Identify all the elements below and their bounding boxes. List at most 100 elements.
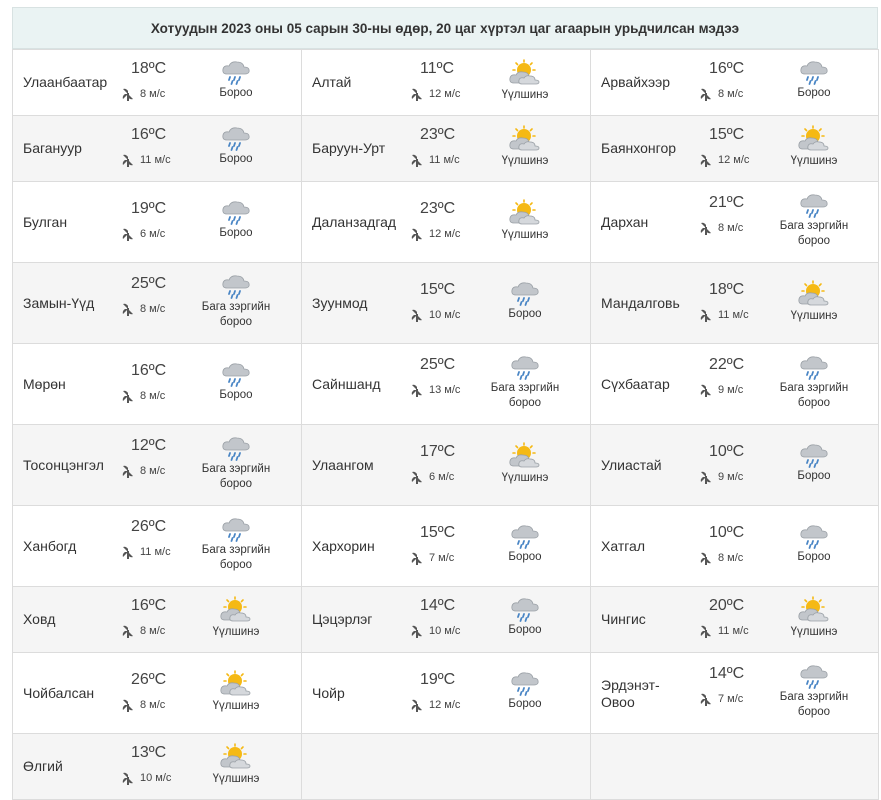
weather-description: Бороо [508, 624, 542, 636]
wind-speed: 8 м/с [121, 87, 165, 101]
wind-speed-value: 11 м/с [429, 154, 460, 166]
wind-speed-value: 12 м/с [718, 154, 750, 166]
temperature: 19ºС [420, 670, 456, 688]
wind-speed: 10 м/с [410, 624, 460, 638]
rain-cloud-icon [764, 354, 864, 380]
city-forecast-cell: Хархорин 15ºС 7 м/с Бороо [301, 505, 591, 587]
city-name: Ховд [23, 611, 56, 627]
table-row: Тосонцэнгэл 12ºС 8 м/с Бага зэргийн бороо Ул… [12, 424, 879, 506]
city-name: Баянхонгор [601, 140, 677, 156]
wind-speed: 7 м/с [699, 692, 743, 706]
table-row: Булган 19ºС 6 м/с Бороо Даланзадгад 23ºС 12 м/… [12, 181, 879, 263]
sun-cloud-icon [186, 743, 286, 771]
sun-cloud-icon [186, 669, 286, 698]
weather-condition: Бага зэргийн бороо [764, 192, 864, 249]
wind-speed-value: 8 м/с [140, 88, 166, 100]
wind-speed-value: 8 м/с [140, 698, 166, 711]
weather-description: Үүлшинэ [501, 89, 549, 101]
temperature: 23ºС [420, 126, 456, 143]
city-name: Эрдэнэт-Овоо [601, 676, 660, 710]
wind-icon [700, 88, 711, 101]
weather-description: Үүлшинэ [790, 626, 838, 638]
temperature: 19ºС [131, 199, 167, 217]
wind-speed: 11 м/с [121, 545, 171, 559]
city-forecast-cell: Баруун-Урт 23ºС 11 м/с Үүлшинэ [301, 115, 591, 182]
rain-cloud-icon [186, 273, 286, 299]
table-row: Чойбалсан 26ºС 8 м/с Үүлшинэ Чойр 19ºС 12 м/с Б… [12, 652, 879, 734]
wind-speed-value: 11 м/с [718, 308, 749, 321]
city-name: Мөрөн [23, 375, 66, 392]
city-forecast-cell: Улаанбаатар 18ºС 8 м/с Бороо [12, 49, 302, 116]
rain-cloud-icon [764, 523, 864, 549]
city-forecast-cell: Хатгал 10ºС 8 м/с Бороо [590, 505, 879, 587]
temperature: 14ºС [709, 665, 745, 682]
weather-description: Бороо [508, 697, 542, 710]
city-forecast-cell: Чойр 19ºС 12 м/с Бороо [301, 652, 591, 734]
wind-icon [122, 465, 133, 478]
weather-description: Бага зэргийн бороо [201, 463, 271, 490]
city-name: Даланзадгад [312, 213, 397, 230]
sun-cloud-icon [764, 125, 864, 153]
weather-description: Бага зэргийн бороо [779, 220, 849, 247]
table-row: Замын-Үүд 25ºС 8 м/с Бага зэргийн бороо Зуун… [12, 262, 879, 344]
weather-description: Бороо [797, 550, 831, 563]
weather-condition: Бага зэргийн бороо [764, 663, 864, 720]
wind-speed-value: 11 м/с [718, 625, 749, 637]
temperature: 12ºС [131, 437, 167, 454]
wind-speed: 11 м/с [121, 153, 171, 167]
wind-icon [122, 228, 133, 241]
weather-description: Бага зэргийн бороо [779, 691, 849, 718]
weather-description: Бороо [797, 87, 831, 99]
wind-speed: 8 м/с [699, 221, 743, 235]
wind-icon [700, 471, 711, 484]
weather-condition: Бороо [186, 59, 286, 101]
wind-icon [700, 384, 711, 397]
wind-icon [411, 154, 422, 167]
sun-cloud-icon [475, 59, 575, 87]
empty-cell [590, 733, 879, 800]
city-forecast-cell: Замын-Үүд 25ºС 8 м/с Бага зэргийн бороо [12, 262, 302, 344]
weather-condition: Үүлшинэ [475, 125, 575, 169]
wind-speed: 13 м/с [410, 383, 460, 397]
wind-speed-value: 13 м/с [429, 384, 461, 396]
temperature: 25ºС [420, 356, 456, 373]
rain-cloud-icon [186, 435, 286, 461]
wind-icon [122, 699, 133, 712]
city-name: Чойбалсан [23, 684, 95, 701]
city-forecast-cell: Улаангом 17ºС 6 м/с Үүлшинэ [301, 424, 591, 506]
weather-description: Бороо [508, 307, 542, 320]
city-forecast-cell: Сайншанд 25ºС 13 м/с Бага зэргийн бороо [301, 343, 591, 425]
forecast-panel: Хотуудын 2023 оны 05 сарын 30-ны өдөр, 2… [12, 7, 879, 800]
rain-cloud-icon [186, 125, 286, 151]
city-name: Дархан [601, 213, 649, 230]
city-name: Арвайхээр [601, 74, 671, 90]
wind-speed-value: 10 м/с [429, 308, 461, 321]
wind-speed-value: 8 м/с [140, 625, 166, 637]
wind-icon [700, 552, 711, 565]
city-forecast-cell: Улиастай 10ºС 9 м/с Бороо [590, 424, 879, 506]
wind-speed: 8 м/с [121, 302, 165, 316]
wind-icon [122, 625, 133, 638]
weather-condition: Бороо [475, 523, 575, 565]
rain-cloud-icon [186, 59, 286, 85]
city-forecast-cell: Өлгий 13ºС 10 м/с Үүлшинэ [12, 733, 302, 800]
weather-description: Үүлшинэ [212, 773, 260, 785]
weather-condition: Үүлшинэ [186, 743, 286, 787]
wind-icon [122, 390, 133, 403]
weather-description: Үүлшинэ [790, 155, 838, 167]
city-name: Алтай [312, 74, 352, 90]
weather-description: Үүлшинэ [501, 155, 549, 167]
city-forecast-cell: Арвайхээр 16ºС 8 м/с Бороо [590, 49, 879, 116]
temperature: 21ºС [709, 194, 745, 211]
wind-speed: 10 м/с [410, 308, 460, 322]
sun-cloud-icon [764, 279, 864, 308]
wind-speed-value: 9 м/с [718, 470, 744, 483]
temperature: 22ºС [709, 356, 745, 373]
table-row: Багануур 16ºС 11 м/с Бороо Баруун-Урт 23ºС 11 … [12, 115, 879, 182]
temperature: 15ºС [420, 523, 456, 541]
city-forecast-cell: Чойбалсан 26ºС 8 м/с Үүлшинэ [12, 652, 302, 734]
temperature: 23ºС [420, 199, 456, 217]
temperature: 16ºС [709, 60, 745, 77]
weather-description: Үүлшинэ [501, 228, 549, 241]
wind-speed: 8 м/с [121, 389, 165, 403]
